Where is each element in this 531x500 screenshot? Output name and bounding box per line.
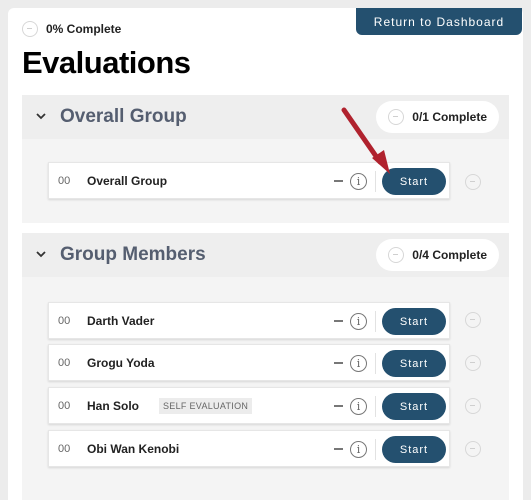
status-circle-icon <box>465 312 481 328</box>
overall-progress-label: 0% Complete <box>46 22 122 36</box>
self-evaluation-tag: SELF EVALUATION <box>159 397 253 414</box>
dash-icon <box>334 362 343 364</box>
dash-icon <box>334 405 343 407</box>
row-number: 00 <box>58 356 71 369</box>
dash-icon <box>334 448 343 450</box>
start-button[interactable]: Start <box>382 393 446 420</box>
start-button[interactable]: Start <box>382 308 446 335</box>
return-to-dashboard-button[interactable]: Return to Dashboard <box>356 8 522 35</box>
info-icon[interactable]: i <box>350 313 367 330</box>
progress-circle-icon <box>388 247 405 263</box>
section-overall-group: Overall Group 0/1 Complete 00 Overall Gr… <box>22 95 509 223</box>
status-circle-icon <box>465 355 481 371</box>
section-title: Overall Group <box>60 106 187 127</box>
section-group-members: Group Members 0/4 Complete 00 Darth Vade… <box>22 233 509 500</box>
section-title: Group Members <box>60 244 206 265</box>
status-circle-icon <box>465 398 481 414</box>
section-header[interactable]: Group Members 0/4 Complete <box>22 233 509 277</box>
dash-icon <box>334 320 343 322</box>
row-name: Han Solo <box>87 398 140 413</box>
row-name: Darth Vader <box>87 313 155 328</box>
divider <box>375 353 376 374</box>
section-progress-label: 0/1 Complete <box>412 110 487 124</box>
chevron-down-icon[interactable] <box>36 249 46 259</box>
evaluation-row: 00 Obi Wan Kenobi i Start <box>48 430 450 467</box>
evaluation-row: 00 Grogu Yoda i Start <box>48 344 450 381</box>
row-name: Grogu Yoda <box>87 355 155 370</box>
info-icon[interactable]: i <box>350 441 367 458</box>
chevron-down-icon[interactable] <box>36 111 46 121</box>
row-number: 00 <box>58 174 71 187</box>
divider <box>375 396 376 417</box>
progress-circle-icon <box>22 21 38 37</box>
evaluation-row: 00 Darth Vader i Start <box>48 302 450 339</box>
section-progress-label: 0/4 Complete <box>412 248 487 262</box>
overall-progress: 0% Complete <box>22 21 121 37</box>
info-icon[interactable]: i <box>350 355 367 372</box>
row-number: 00 <box>58 399 71 412</box>
start-button[interactable]: Start <box>382 350 446 377</box>
start-button[interactable]: Start <box>382 436 446 463</box>
divider <box>375 439 376 460</box>
annotation-arrow-icon <box>341 107 390 174</box>
row-name: Overall Group <box>87 173 168 188</box>
status-circle-icon <box>465 174 481 190</box>
row-number: 00 <box>58 314 71 327</box>
evaluation-row: 00 Han Solo SELF EVALUATION i Start <box>48 387 450 424</box>
row-number: 00 <box>58 442 71 455</box>
status-circle-icon <box>465 441 481 457</box>
section-progress-badge: 0/4 Complete <box>376 239 499 271</box>
section-header[interactable]: Overall Group 0/1 Complete <box>22 95 509 139</box>
page-title: Evaluations <box>22 45 191 80</box>
dash-icon <box>334 180 343 182</box>
divider <box>375 311 376 332</box>
info-icon[interactable]: i <box>350 398 367 415</box>
row-name: Obi Wan Kenobi <box>87 441 180 456</box>
